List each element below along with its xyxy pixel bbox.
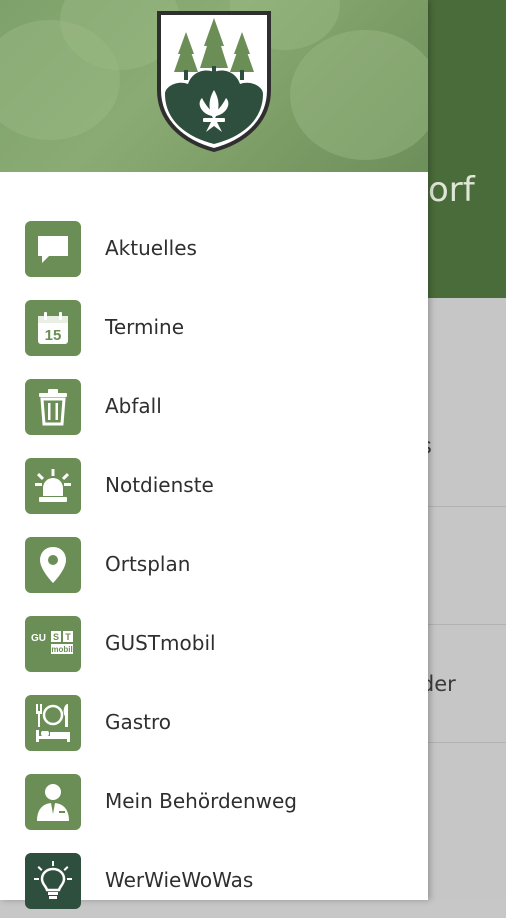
menu-item-werwiewowas[interactable]: WerWieWoWas — [0, 840, 428, 918]
svg-text:GU: GU — [31, 633, 46, 644]
calendar-icon: 15 — [25, 300, 81, 356]
menu-item-label: Notdienste — [105, 473, 214, 497]
menu-item-gustmobil[interactable]: GU S T mobil GUSTmobil — [0, 603, 428, 681]
svg-text:mobil: mobil — [51, 645, 72, 654]
drawer-header — [0, 0, 428, 172]
menu-item-termine[interactable]: 15 Termine — [0, 287, 428, 365]
menu-item-label: Ortsplan — [105, 552, 191, 576]
map-pin-icon — [25, 537, 81, 593]
background-title: orf — [428, 170, 475, 210]
siren-icon — [25, 458, 81, 514]
menu-item-abfall[interactable]: Abfall — [0, 366, 428, 444]
navigation-drawer: Aktuelles 15 Termine Abfall Notdienste O… — [0, 0, 428, 909]
trash-icon — [25, 379, 81, 435]
gustmobil-logo-icon: GU S T mobil — [25, 616, 81, 672]
menu-item-label: Gastro — [105, 710, 172, 734]
menu-item-gastro[interactable]: Gastro — [0, 682, 428, 760]
menu-item-label: WerWieWoWas — [105, 868, 254, 892]
menu-item-aktuelles[interactable]: Aktuelles — [0, 208, 428, 286]
menu-item-label: GUSTmobil — [105, 631, 216, 655]
svg-text:T: T — [65, 632, 71, 642]
menu-item-notdienste[interactable]: Notdienste — [0, 445, 428, 523]
calendar-day-text: 15 — [45, 327, 62, 344]
menu-item-label: Abfall — [105, 394, 162, 418]
menu-item-label: Termine — [105, 315, 185, 339]
coat-of-arms-logo — [157, 11, 271, 152]
plate-bed-icon — [25, 695, 81, 751]
svg-text:S: S — [53, 632, 59, 642]
chat-bubble-icon — [25, 221, 81, 277]
menu-item-label: Mein Behördenweg — [105, 789, 297, 813]
menu-item-behoerdenweg[interactable]: Mein Behördenweg — [0, 761, 428, 839]
lightbulb-icon — [25, 853, 81, 909]
person-icon — [25, 774, 81, 830]
menu-item-ortsplan[interactable]: Ortsplan — [0, 524, 428, 602]
menu-item-label: Aktuelles — [105, 236, 197, 260]
